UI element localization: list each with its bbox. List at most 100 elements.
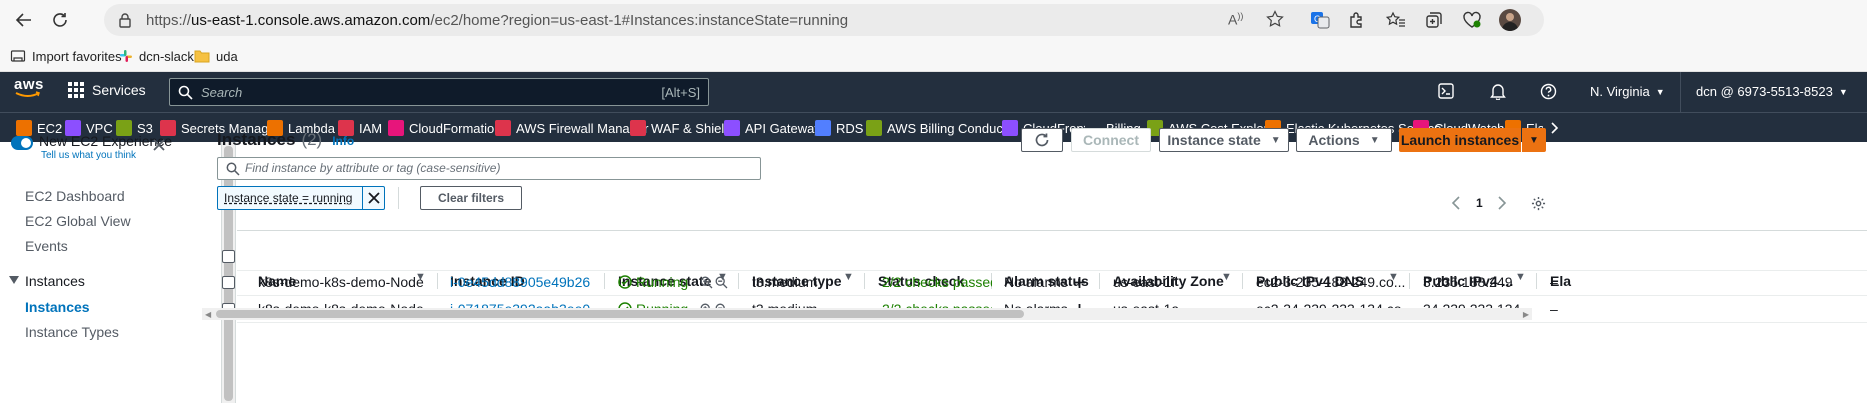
page-number[interactable]: 1 (1476, 196, 1483, 210)
clear-filters-button[interactable]: Clear filters (420, 186, 522, 210)
favorite-label: AWS Firewall Manager (516, 120, 649, 136)
favorite-star-icon[interactable] (1266, 10, 1284, 28)
row-divider (237, 295, 1867, 296)
cell-name: k8s-demo-k8s-demo-Node (258, 274, 424, 290)
actions-label: Actions (1308, 132, 1360, 148)
folder-icon (194, 50, 210, 63)
column-resizer[interactable] (1099, 273, 1100, 289)
next-page-icon[interactable] (1497, 196, 1507, 210)
sidebar-item-ec2-dashboard[interactable]: EC2 Dashboard (25, 188, 125, 204)
scrollbar-thumb[interactable] (216, 310, 1024, 318)
sidebar-item-instance-types[interactable]: Instance Types (25, 324, 119, 340)
favorites-scroll-right-icon[interactable] (1543, 113, 1567, 142)
back-icon[interactable] (12, 8, 36, 32)
favorite-api-gateway[interactable]: API Gateway (724, 119, 821, 137)
refresh-button[interactable] (1021, 128, 1063, 152)
remove-filter-icon[interactable] (368, 192, 380, 204)
add-alarm-icon[interactable] (1073, 272, 1086, 292)
horizontal-scrollbar[interactable]: ◀ ▶ (202, 308, 1532, 320)
sort-caret-icon[interactable]: ▼ (1221, 271, 1232, 283)
page-title-text: Instances (217, 130, 296, 149)
filter-token[interactable]: Instance state = running (217, 186, 385, 210)
account-label: dcn @ 6973-5513-8523 (1696, 84, 1833, 99)
collections-icon[interactable] (1422, 8, 1446, 32)
actions-button[interactable]: Actions ▼ (1296, 128, 1392, 152)
settings-gear-icon[interactable] (1531, 196, 1546, 211)
scrollbar-thumb[interactable] (224, 146, 233, 401)
aws-search-input[interactable]: Search [Alt+S] (169, 78, 709, 106)
zoom-out-icon[interactable] (715, 276, 728, 289)
slack-icon (120, 50, 132, 62)
favorite-waf-shield[interactable]: WAF & Shield (630, 119, 731, 137)
favorites-list-icon[interactable] (1384, 8, 1408, 32)
column-resizer[interactable] (1242, 273, 1243, 289)
sort-caret-icon[interactable]: ▼ (843, 271, 854, 283)
header-bottom-border (237, 270, 1867, 271)
notifications-bell-icon[interactable] (1490, 83, 1506, 100)
search-shortcut: [Alt+S] (661, 85, 700, 100)
launch-instances-button[interactable]: Launch instances (1399, 128, 1521, 152)
sidebar-section-instances[interactable]: Instances (25, 273, 85, 289)
connect-button[interactable]: Connect (1071, 128, 1151, 152)
caret-down-icon: ▼ (1529, 134, 1539, 146)
row-checkbox[interactable] (222, 276, 235, 289)
search-icon (178, 85, 193, 100)
refresh-icon[interactable] (48, 8, 72, 32)
profile-avatar-icon[interactable] (1498, 8, 1522, 32)
column-resizer[interactable] (1409, 273, 1410, 289)
feedback-link[interactable]: Tell us what you think (41, 150, 136, 161)
account-menu[interactable]: dcn @ 6973-5513-8523 ▼ (1696, 84, 1848, 99)
favorite-aws-firewall-manager[interactable]: AWS Firewall Manager (495, 119, 648, 137)
browser-essentials-icon[interactable] (1460, 8, 1484, 32)
column-resizer[interactable] (604, 273, 605, 289)
services-menu[interactable]: Services (68, 82, 146, 98)
sidebar-item-ec2-global-view[interactable]: EC2 Global View (25, 213, 131, 229)
favorite-label: API Gateway (745, 120, 821, 136)
caret-down-icon[interactable] (9, 276, 19, 284)
column-resizer[interactable] (437, 273, 438, 289)
search-icon (226, 162, 240, 176)
scroll-left-icon[interactable]: ◀ (205, 310, 211, 319)
cloudshell-icon[interactable] (1438, 83, 1454, 99)
zoom-in-icon[interactable] (700, 276, 713, 289)
instance-state-button[interactable]: Instance state ▼ (1159, 128, 1289, 152)
read-aloud-icon[interactable]: A)) (1228, 11, 1243, 28)
launch-instances-dropdown[interactable]: ▼ (1522, 128, 1546, 152)
aws-logo[interactable]: aws (14, 76, 44, 106)
select-all-checkbox[interactable] (222, 250, 235, 263)
favorite-aws-billing-conductor[interactable]: AWS Billing Conductor (866, 119, 1018, 137)
bookmark-dcn-slack[interactable]: dcn-slack (119, 46, 194, 66)
help-icon[interactable] (1540, 83, 1557, 100)
close-icon[interactable] (151, 137, 167, 153)
lock-icon[interactable] (118, 12, 132, 28)
previous-page-icon[interactable] (1451, 196, 1461, 210)
favorite-cloudformation[interactable]: CloudFormation (388, 119, 502, 137)
bookmark-label: dcn-slack (139, 48, 194, 64)
extensions-icon[interactable] (1345, 8, 1369, 32)
cell-instance-id[interactable]: i-0e45dd88905e49b26 (450, 272, 590, 292)
bookmark-uda[interactable]: uda (194, 46, 238, 66)
sort-caret-icon[interactable]: ▼ (1515, 271, 1526, 283)
search-placeholder: Search (201, 85, 243, 100)
sidebar-item-instances[interactable]: Instances (25, 299, 90, 315)
cloudfront-icon (1002, 120, 1018, 136)
cell-public-dns: ec2-3-235-188-249.co... (1256, 274, 1406, 290)
bookmark-import-favorites[interactable]: Import favorites (10, 46, 122, 66)
info-link[interactable]: Info (332, 134, 354, 148)
translate-icon[interactable]: G (1308, 8, 1332, 32)
instance-search-input[interactable]: Find instance by attribute or tag (case-… (217, 157, 761, 180)
sidebar-item-events[interactable]: Events (25, 238, 68, 254)
scroll-right-icon[interactable]: ▶ (1523, 310, 1529, 319)
column-resizer[interactable] (864, 273, 865, 289)
region-label: N. Virginia (1590, 84, 1650, 99)
waf-shield-icon (630, 120, 646, 136)
favorite-rds[interactable]: RDS (815, 119, 863, 137)
sidebar-scrollbar[interactable] (222, 142, 236, 403)
favorite-label: IAM (359, 120, 383, 136)
filter-token-label: Instance state = running (224, 191, 353, 205)
cell-public-ipv4: 3.235.188.249 (1423, 274, 1513, 290)
region-selector[interactable]: N. Virginia ▼ (1590, 84, 1665, 99)
column-resizer[interactable] (1536, 273, 1537, 289)
column-resizer[interactable] (738, 273, 739, 289)
new-experience-toggle[interactable] (11, 136, 33, 150)
